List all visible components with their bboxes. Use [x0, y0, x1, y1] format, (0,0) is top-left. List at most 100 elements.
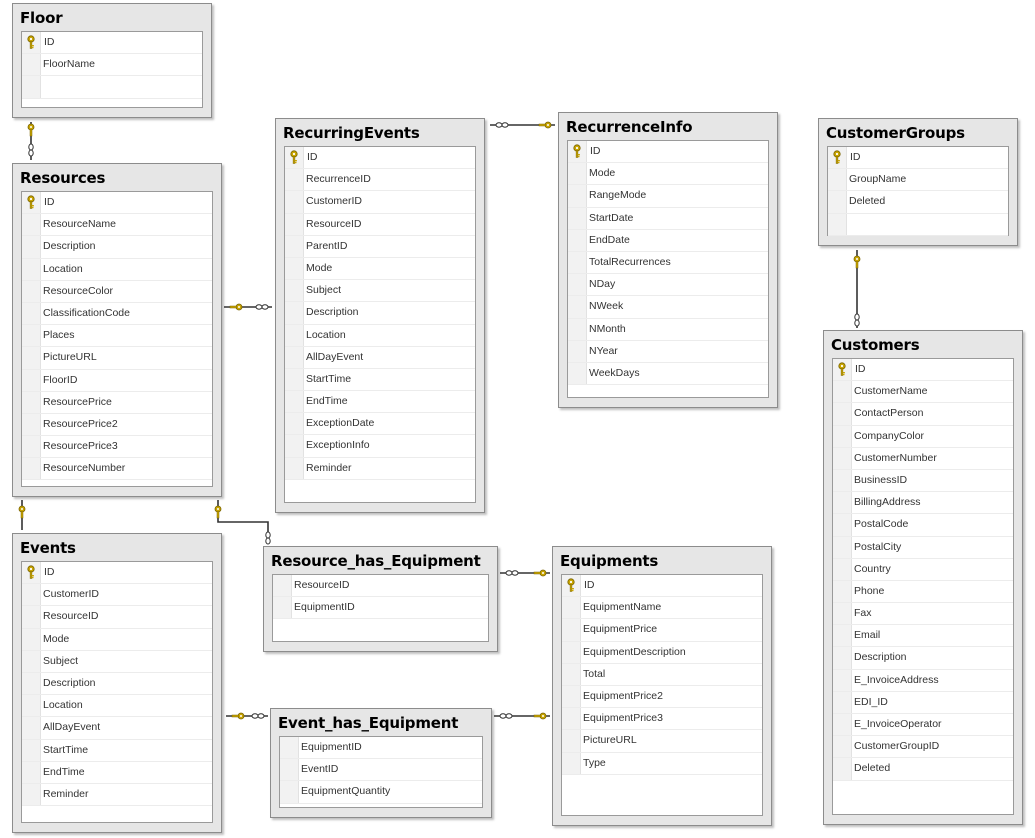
- row-selector[interactable]: [22, 76, 41, 98]
- column-row[interactable]: NDay: [568, 274, 768, 297]
- row-selector[interactable]: [562, 641, 581, 663]
- table-recurringevents[interactable]: RecurringEvents ID RecurrenceID CustomerID R…: [275, 118, 485, 513]
- column-row[interactable]: EquipmentQuantity: [280, 781, 482, 804]
- column-row[interactable]: Description: [22, 672, 212, 696]
- row-selector[interactable]: [22, 672, 41, 695]
- row-selector[interactable]: [22, 695, 41, 717]
- column-row[interactable]: Subject: [285, 280, 475, 303]
- column-row[interactable]: StartTime: [285, 368, 475, 392]
- row-selector[interactable]: [568, 296, 587, 318]
- column-row[interactable]: ID: [22, 192, 212, 215]
- row-selector[interactable]: [22, 302, 41, 325]
- row-selector[interactable]: [285, 391, 304, 413]
- row-selector[interactable]: [568, 362, 587, 385]
- row-selector[interactable]: [833, 447, 852, 469]
- row-selector[interactable]: [285, 235, 304, 257]
- column-row[interactable]: RecurrenceID: [285, 169, 475, 192]
- column-row[interactable]: Subject: [22, 650, 212, 673]
- column-row[interactable]: Description: [285, 302, 475, 325]
- row-selector[interactable]: [568, 185, 587, 207]
- column-row[interactable]: EDI_ID: [833, 691, 1013, 714]
- column-row[interactable]: Country: [833, 558, 1013, 581]
- column-row[interactable]: Mode: [285, 257, 475, 281]
- row-selector[interactable]: [22, 717, 41, 739]
- column-row[interactable]: ResourceID: [273, 575, 488, 598]
- column-row[interactable]: Description: [22, 236, 212, 259]
- table-customergroups[interactable]: CustomerGroups ID GroupName Deleted: [818, 118, 1018, 246]
- column-row[interactable]: AllDayEvent: [22, 717, 212, 740]
- column-row[interactable]: ResourcePrice: [22, 391, 212, 414]
- row-selector[interactable]: [568, 251, 587, 274]
- row-selector[interactable]: [22, 325, 41, 347]
- column-row[interactable]: Total: [562, 663, 762, 686]
- row-selector[interactable]: [285, 435, 304, 457]
- row-selector[interactable]: [280, 781, 299, 803]
- column-row[interactable]: EndTime: [285, 391, 475, 414]
- column-row[interactable]: ResourceName: [22, 214, 212, 237]
- table-event-has-equipment[interactable]: Event_has_Equipment EquipmentID EventID Equ…: [270, 708, 492, 818]
- column-row[interactable]: BillingAddress: [833, 492, 1013, 515]
- row-selector[interactable]: [285, 213, 304, 235]
- column-row[interactable]: E_InvoiceAddress: [833, 669, 1013, 692]
- column-row[interactable]: EndTime: [22, 761, 212, 784]
- column-row[interactable]: EndDate: [568, 229, 768, 252]
- row-selector[interactable]: [568, 163, 587, 185]
- row-selector[interactable]: [22, 606, 41, 628]
- column-row[interactable]: ID: [568, 141, 768, 164]
- row-selector[interactable]: [273, 575, 292, 597]
- row-selector[interactable]: [285, 457, 304, 479]
- column-row[interactable]: Description: [833, 647, 1013, 670]
- column-row[interactable]: CustomerName: [833, 381, 1013, 404]
- row-selector[interactable]: [828, 169, 847, 191]
- column-row[interactable]: Fax: [833, 603, 1013, 626]
- column-row[interactable]: FloorID: [22, 369, 212, 392]
- column-row[interactable]: ResourceNumber: [22, 458, 212, 481]
- column-row[interactable]: StartTime: [22, 739, 212, 762]
- row-selector[interactable]: [285, 302, 304, 324]
- row-selector[interactable]: [833, 580, 852, 603]
- table-events[interactable]: Events ID CustomerID ResourceID Mode Subject D…: [12, 533, 222, 833]
- column-row[interactable]: ID: [828, 147, 1008, 170]
- row-selector[interactable]: [828, 191, 847, 213]
- empty-row[interactable]: [22, 76, 202, 99]
- row-selector[interactable]: [833, 381, 852, 403]
- row-selector[interactable]: [22, 628, 41, 650]
- row-selector[interactable]: [285, 257, 304, 280]
- row-selector[interactable]: [22, 258, 41, 280]
- column-row[interactable]: CompanyColor: [833, 425, 1013, 448]
- row-selector[interactable]: [562, 708, 581, 730]
- column-row[interactable]: ID: [562, 575, 762, 598]
- row-selector[interactable]: [833, 714, 852, 736]
- row-selector[interactable]: [828, 213, 847, 235]
- row-selector[interactable]: [22, 236, 41, 258]
- column-row[interactable]: ResourcePrice3: [22, 436, 212, 459]
- row-selector[interactable]: [22, 650, 41, 672]
- row-selector[interactable]: [833, 514, 852, 536]
- row-selector[interactable]: [22, 783, 41, 806]
- column-row[interactable]: StartDate: [568, 207, 768, 230]
- column-row[interactable]: EquipmentID: [280, 737, 482, 760]
- column-row[interactable]: EquipmentPrice2: [562, 685, 762, 709]
- column-row[interactable]: GroupName: [828, 169, 1008, 192]
- column-row[interactable]: Phone: [833, 580, 1013, 604]
- table-recurrenceinfo[interactable]: RecurrenceInfo ID Mode RangeMode StartDate En…: [558, 112, 778, 408]
- column-row[interactable]: ID: [285, 147, 475, 170]
- row-selector[interactable]: [285, 191, 304, 213]
- column-row[interactable]: FloorName: [22, 54, 202, 77]
- row-selector[interactable]: [285, 169, 304, 191]
- column-row[interactable]: Reminder: [285, 457, 475, 480]
- row-selector[interactable]: [22, 280, 41, 302]
- row-selector[interactable]: [833, 736, 852, 758]
- row-selector[interactable]: [568, 274, 587, 296]
- column-row[interactable]: CustomerGroupID: [833, 736, 1013, 759]
- table-resource-has-equipment[interactable]: Resource_has_Equipment ResourceID Equipmen…: [263, 546, 498, 652]
- column-row[interactable]: CustomerID: [285, 191, 475, 214]
- column-row[interactable]: EquipmentName: [562, 597, 762, 620]
- column-row[interactable]: RangeMode: [568, 185, 768, 208]
- column-row[interactable]: CustomerID: [22, 584, 212, 607]
- row-selector[interactable]: [285, 346, 304, 368]
- column-row[interactable]: Deleted: [833, 758, 1013, 781]
- table-customers[interactable]: Customers ID CustomerName ContactPerson Comp…: [823, 330, 1023, 825]
- column-row[interactable]: AllDayEvent: [285, 346, 475, 369]
- row-selector[interactable]: [833, 469, 852, 492]
